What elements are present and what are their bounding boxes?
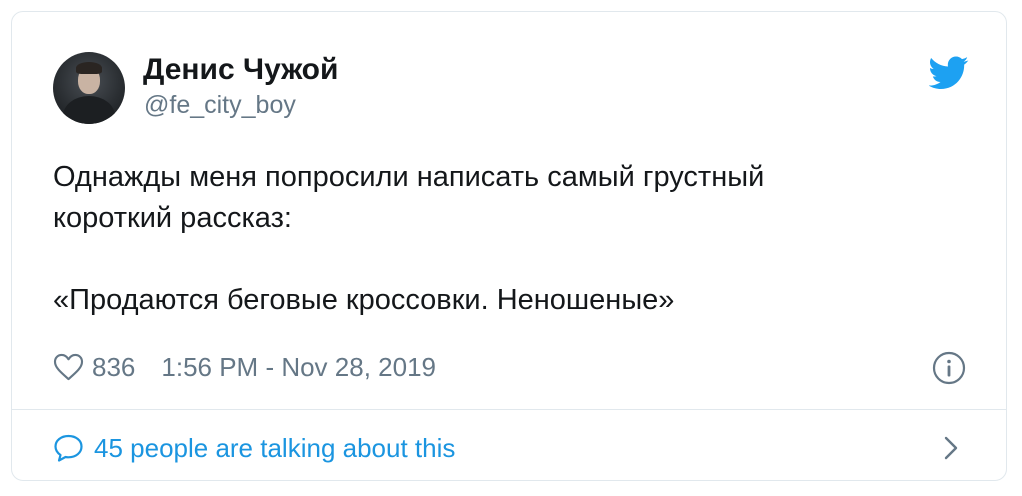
author-name[interactable]: Денис Чужой xyxy=(143,53,338,87)
tweet-line-2: короткий рассказ: xyxy=(53,202,292,234)
tweet-quote: «Продаются беговые кроссовки. Неношеные» xyxy=(53,284,675,316)
conversation-link[interactable]: 45 people are talking about this xyxy=(53,428,455,468)
conversation-label[interactable]: 45 people are talking about this xyxy=(94,433,455,464)
speech-bubble-icon xyxy=(54,434,83,462)
avatar-shoulders xyxy=(63,96,115,124)
info-icon[interactable] xyxy=(932,351,966,385)
divider xyxy=(12,409,1006,410)
tweet-text: Однажды меня попросили написать самый гр… xyxy=(53,157,953,321)
author-handle[interactable]: @fe_city_boy xyxy=(144,91,296,120)
tweet-meta: 836 1:56 PM - Nov 28, 2019 xyxy=(53,349,436,385)
tweet-card: Денис Чужой @fe_city_boy Однажды меня по… xyxy=(11,11,1007,481)
avatar-hair xyxy=(76,62,102,74)
twitter-bird-icon[interactable] xyxy=(929,56,969,90)
heart-icon[interactable] xyxy=(53,353,84,381)
tweet-line-1: Однажды меня попросили написать самый гр… xyxy=(53,161,765,193)
tweet-timestamp[interactable]: 1:56 PM - Nov 28, 2019 xyxy=(161,352,436,383)
avatar[interactable] xyxy=(53,52,125,124)
like-count[interactable]: 836 xyxy=(92,352,135,383)
chevron-right-icon[interactable] xyxy=(940,434,962,462)
